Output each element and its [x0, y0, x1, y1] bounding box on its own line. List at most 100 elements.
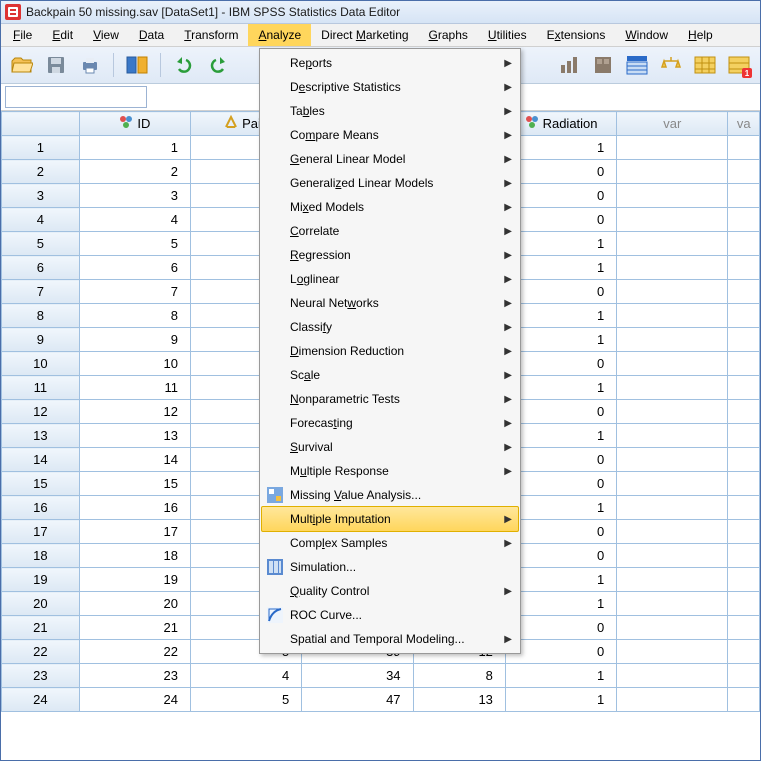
cell[interactable]: [617, 472, 728, 496]
row-header[interactable]: 14: [2, 448, 80, 472]
cell[interactable]: [728, 304, 760, 328]
cell[interactable]: 1: [505, 592, 616, 616]
analyze-item-tables[interactable]: Tables▶: [262, 99, 518, 123]
goto-cell-combo[interactable]: [5, 86, 147, 108]
row-header[interactable]: 17: [2, 520, 80, 544]
analyze-item-nonparametric-tests[interactable]: Nonparametric Tests▶: [262, 387, 518, 411]
print-button[interactable]: [75, 50, 105, 80]
cell[interactable]: 0: [505, 520, 616, 544]
cell[interactable]: 18: [79, 544, 190, 568]
column-header-id[interactable]: ID: [79, 112, 190, 136]
cell[interactable]: [617, 664, 728, 688]
row-header[interactable]: 9: [2, 328, 80, 352]
row-header[interactable]: 20: [2, 592, 80, 616]
chart-button[interactable]: [554, 50, 584, 80]
cell[interactable]: [728, 256, 760, 280]
column-header-va[interactable]: va: [728, 112, 760, 136]
cell[interactable]: 8: [79, 304, 190, 328]
menu-window[interactable]: Window: [615, 24, 678, 46]
menu-help[interactable]: Help: [678, 24, 723, 46]
menu-view[interactable]: View: [83, 24, 129, 46]
analyze-item-general-linear-model[interactable]: General Linear Model▶: [262, 147, 518, 171]
cell[interactable]: 0: [505, 544, 616, 568]
menu-data[interactable]: Data: [129, 24, 174, 46]
cell[interactable]: 0: [505, 352, 616, 376]
cell[interactable]: 0: [505, 184, 616, 208]
save-button[interactable]: [41, 50, 71, 80]
cell[interactable]: 2: [79, 160, 190, 184]
chart2-button[interactable]: [588, 50, 618, 80]
row-header[interactable]: 5: [2, 232, 80, 256]
value-labels-button[interactable]: [690, 50, 720, 80]
analyze-item-roc-curve[interactable]: ROC Curve...: [262, 603, 518, 627]
cell[interactable]: 0: [505, 616, 616, 640]
redo-button[interactable]: [203, 50, 233, 80]
row-header[interactable]: 11: [2, 376, 80, 400]
cell[interactable]: 4: [79, 208, 190, 232]
cell[interactable]: [617, 376, 728, 400]
row-header[interactable]: 6: [2, 256, 80, 280]
analyze-item-simulation[interactable]: Simulation...: [262, 555, 518, 579]
cell[interactable]: 0: [505, 400, 616, 424]
cell[interactable]: 34: [302, 664, 413, 688]
cell[interactable]: 0: [505, 472, 616, 496]
undo-button[interactable]: [169, 50, 199, 80]
analyze-item-reports[interactable]: Reports▶: [262, 51, 518, 75]
analyze-item-missing-value-analysis[interactable]: Missing Value Analysis...: [262, 483, 518, 507]
analyze-item-classify[interactable]: Classify▶: [262, 315, 518, 339]
cell[interactable]: [728, 568, 760, 592]
menu-direct-marketing[interactable]: Direct Marketing: [311, 24, 418, 46]
cell[interactable]: 0: [505, 208, 616, 232]
row-header[interactable]: 4: [2, 208, 80, 232]
analyze-item-compare-means[interactable]: Compare Means▶: [262, 123, 518, 147]
row-header[interactable]: 19: [2, 568, 80, 592]
cell[interactable]: 1: [505, 328, 616, 352]
row-header[interactable]: 1: [2, 136, 80, 160]
row-header[interactable]: 13: [2, 424, 80, 448]
cell[interactable]: 1: [505, 136, 616, 160]
row-header[interactable]: 8: [2, 304, 80, 328]
cell[interactable]: [728, 160, 760, 184]
cell[interactable]: 6: [79, 256, 190, 280]
column-header-var[interactable]: var: [617, 112, 728, 136]
cell[interactable]: 4: [190, 664, 301, 688]
cell[interactable]: [617, 328, 728, 352]
cell[interactable]: 1: [505, 664, 616, 688]
cell[interactable]: [728, 544, 760, 568]
cell[interactable]: 16: [79, 496, 190, 520]
analyze-item-correlate[interactable]: Correlate▶: [262, 219, 518, 243]
cell[interactable]: [728, 616, 760, 640]
row-header[interactable]: 10: [2, 352, 80, 376]
cell[interactable]: [728, 232, 760, 256]
cell[interactable]: [617, 496, 728, 520]
cell[interactable]: [617, 256, 728, 280]
cell[interactable]: [617, 136, 728, 160]
cell[interactable]: 47: [302, 688, 413, 712]
cell[interactable]: [617, 568, 728, 592]
cell[interactable]: [617, 520, 728, 544]
cell[interactable]: [617, 688, 728, 712]
cell[interactable]: 15: [79, 472, 190, 496]
analyze-item-quality-control[interactable]: Quality Control▶: [262, 579, 518, 603]
cell[interactable]: 9: [79, 328, 190, 352]
menu-extensions[interactable]: Extensions: [537, 24, 616, 46]
cell[interactable]: [728, 640, 760, 664]
cell[interactable]: 0: [505, 280, 616, 304]
cell[interactable]: 11: [79, 376, 190, 400]
cell[interactable]: [728, 424, 760, 448]
analyze-item-loglinear[interactable]: Loglinear▶: [262, 267, 518, 291]
cell[interactable]: 14: [79, 448, 190, 472]
cell[interactable]: 23: [79, 664, 190, 688]
row-header[interactable]: 23: [2, 664, 80, 688]
cell[interactable]: 1: [505, 304, 616, 328]
cell[interactable]: 0: [505, 640, 616, 664]
cell[interactable]: [617, 640, 728, 664]
cell[interactable]: 1: [79, 136, 190, 160]
analyze-item-spatial-and-temporal-modeling[interactable]: Spatial and Temporal Modeling...▶: [262, 627, 518, 651]
cell[interactable]: [728, 592, 760, 616]
cell[interactable]: 5: [190, 688, 301, 712]
row-header[interactable]: 7: [2, 280, 80, 304]
row-header[interactable]: 3: [2, 184, 80, 208]
cell[interactable]: [728, 688, 760, 712]
cell[interactable]: [728, 496, 760, 520]
